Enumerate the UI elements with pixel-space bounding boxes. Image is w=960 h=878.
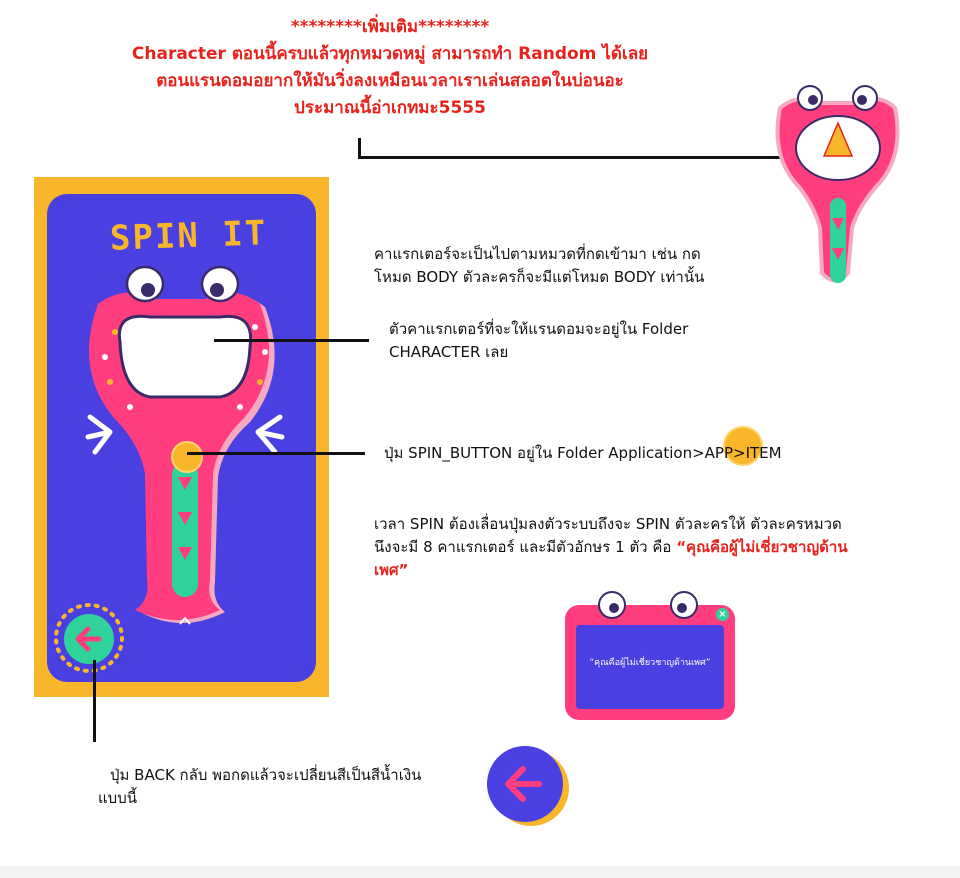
- close-icon[interactable]: ×: [716, 608, 729, 621]
- popup-message: “คุณคือผู้ไม่เชี่ยวชาญด้านเพศ”: [589, 658, 711, 668]
- note-spin-line-2a: นึงจะมี 8 คาแรกเตอร์ และมีตัวอักษร 1 ตัว…: [374, 538, 677, 556]
- note-folder-line-1: ตัวคาแรกเตอร์ที่จะให้แรนดอมจะอยู่ใน Fold…: [389, 320, 689, 338]
- spin-button[interactable]: [171, 441, 203, 473]
- note-category: คาแรกเตอร์จะเป็นไปตามหมวดที่กดเข้ามา เช่…: [374, 243, 794, 289]
- note-spin-button: ปุ่ม SPIN_BUTTON อยู่ใน Folder Applicati…: [384, 444, 782, 462]
- pointer-line-vertical: [358, 138, 361, 158]
- header-line-2: Character ตอนนี้ครบแล้วทุกหมวดหมู่ สามาร…: [131, 44, 649, 64]
- popup-eyes: [598, 591, 698, 619]
- back-button-pressed: [487, 746, 563, 822]
- header-line-1: ********เพิ่มเติม********: [290, 17, 490, 37]
- note-spin-line-1: เวลา SPIN ต้องเลื่อนปุ่มลงตัวระบบถึงจะ S…: [374, 515, 842, 533]
- header-line-3: ตอนแรนดอมอยากให้มันวิ่งลงเหมือนเวลาเราเล…: [156, 71, 624, 91]
- pointer-line-character: [214, 339, 369, 342]
- arrow-left-icon: [505, 766, 542, 802]
- note-folder-line-2: CHARACTER เลย: [389, 343, 509, 361]
- back-button[interactable]: [64, 614, 114, 664]
- bottom-strip: [0, 866, 960, 878]
- note-folder: ตัวคาแรกเตอร์ที่จะให้แรนดอมจะอยู่ใน Fold…: [389, 318, 789, 364]
- header-note: ********เพิ่มเติม******** Character ตอนน…: [40, 14, 740, 122]
- note-category-line-2: โหมด BODY ตัวละครก็จะมีแต่โหมด BODY เท่า…: [374, 268, 705, 286]
- header-line-4: ประมาณนี้อ่าเกทมะ5555: [294, 98, 486, 118]
- pointer-line-back: [93, 660, 96, 742]
- note-spin-line-2: นึงจะมี 8 คาแรกเตอร์ และมีตัวอักษร 1 ตัว…: [374, 536, 934, 559]
- note-spin-line-2b: “คุณคือผู้ไม่เชี่ยวชาญด้าน: [676, 538, 848, 556]
- note-spin: เวลา SPIN ต้องเลื่อนปุ่มลงตัวระบบถึงจะ S…: [374, 513, 934, 582]
- note-spin-line-3: เพศ”: [374, 561, 409, 579]
- arrow-left-icon: [75, 626, 102, 652]
- note-back-line-2: แบบนี้: [98, 789, 137, 807]
- pointer-line-spin-button: [187, 452, 365, 455]
- note-back: ปุ่ม BACK กลับ พอกดแล้วจะเปลี่ยนสีเป็นสี…: [98, 764, 498, 810]
- note-back-line-1: ปุ่ม BACK กลับ พอกดแล้วจะเปลี่ยนสีเป็นสี…: [110, 766, 422, 784]
- spin-title: SPIN IT: [109, 213, 268, 259]
- note-category-line-1: คาแรกเตอร์จะเป็นไปตามหมวดที่กดเข้ามา เช่…: [374, 245, 701, 263]
- pointer-line-horizontal: [358, 156, 810, 159]
